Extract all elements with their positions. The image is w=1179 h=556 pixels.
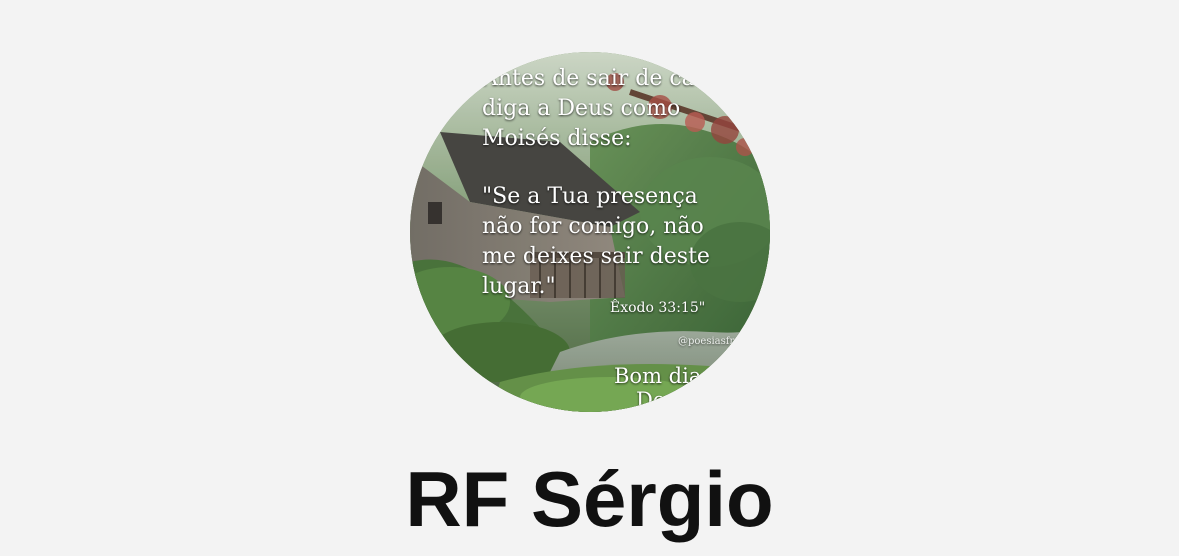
greeting-line: Deus [636, 388, 690, 412]
quote-line: não for comigo, não [482, 214, 704, 239]
quote-line: lugar." [482, 274, 556, 299]
quote-line: "Se a Tua presença [482, 184, 698, 209]
quote-line: me deixes sair deste [482, 244, 710, 269]
profile-name: RF Sérgio [405, 455, 774, 543]
quote-reference: Êxodo 33:15" [610, 300, 706, 316]
greeting-line: Bom dia [614, 364, 702, 388]
quote-line: Antes de sair de casa [482, 66, 720, 91]
watermark-handle: @poesiasfrases [678, 336, 757, 347]
avatar-quote-overlay: Antes de sair de casa diga a Deus como M… [410, 52, 770, 412]
profile-avatar[interactable]: Antes de sair de casa diga a Deus como M… [410, 52, 770, 412]
quote-line: Moisés disse: [482, 126, 632, 151]
profile-header: Antes de sair de casa diga a Deus como M… [0, 0, 1179, 556]
quote-line: diga a Deus como [482, 96, 681, 121]
